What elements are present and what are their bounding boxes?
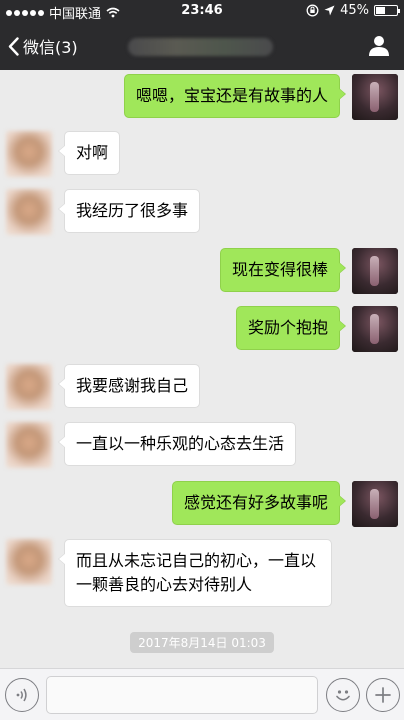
plus-icon [375,687,391,703]
input-bar [0,668,404,720]
chat-area[interactable]: 嗯嗯，宝宝还是有故事的人 对啊 我经历了很多事 现在变得很棒 奖励个抱抱 我要感… [0,70,404,668]
friend-avatar[interactable] [6,131,52,177]
message-incoming: 我要感谢我自己 [6,364,201,410]
message-bubble[interactable]: 奖励个抱抱 [235,306,347,350]
message-incoming: 我经历了很多事 [6,189,201,235]
my-avatar[interactable] [352,481,398,527]
friend-avatar[interactable] [6,539,52,585]
back-button[interactable]: 微信(3) [8,34,78,58]
message-bubble[interactable]: 对啊 [57,131,121,175]
message-input[interactable] [46,676,318,714]
message-bubble[interactable]: 感觉还有好多故事呢 [171,481,347,525]
back-label: 微信(3) [23,38,78,57]
voice-icon [16,688,27,702]
battery-icon [374,5,400,16]
message-bubble[interactable]: 现在变得很棒 [219,248,347,292]
friend-avatar[interactable] [6,364,52,410]
chevron-left-icon [8,36,19,56]
person-icon [369,36,389,56]
message-incoming: 一直以一种乐观的心态去生活 [6,422,297,468]
message-outgoing: 现在变得很棒 [219,248,398,294]
message-bubble[interactable]: 我经历了很多事 [57,189,201,233]
message-outgoing: 嗯嗯，宝宝还是有故事的人 [123,74,398,120]
location-arrow-icon [324,5,335,16]
nav-bar: 微信(3) [0,22,404,70]
more-button[interactable] [366,678,400,712]
status-bar: 中国联通 23:46 45% [0,0,404,22]
message-bubble[interactable]: 我要感谢我自己 [57,364,201,408]
emoji-button[interactable] [326,678,360,712]
status-right: 45% [306,3,400,18]
timestamp: 2017年8月14日 01:03 [0,632,404,653]
chat-info-button[interactable] [368,35,390,60]
my-avatar[interactable] [352,248,398,294]
my-avatar[interactable] [352,306,398,352]
message-bubble[interactable]: 嗯嗯，宝宝还是有故事的人 [123,74,347,118]
timestamp-label: 2017年8月14日 01:03 [130,632,274,653]
my-avatar[interactable] [352,74,398,120]
message-bubble[interactable]: 一直以一种乐观的心态去生活 [57,422,297,466]
message-outgoing: 感觉还有好多故事呢 [171,481,398,527]
message-incoming: 对啊 [6,131,121,177]
emoji-icon [336,690,350,701]
chat-title-blurred [128,38,273,56]
message-incoming: 而且从未忘记自己的初心，一直以一颗善良的心去对待别人 [6,539,332,607]
voice-button[interactable] [5,678,39,712]
message-outgoing: 奖励个抱抱 [235,306,398,352]
friend-avatar[interactable] [6,422,52,468]
friend-avatar[interactable] [6,189,52,235]
orientation-lock-icon [306,4,319,17]
message-bubble[interactable]: 而且从未忘记自己的初心，一直以一颗善良的心去对待别人 [58,539,332,607]
battery-percent: 45% [340,3,369,18]
